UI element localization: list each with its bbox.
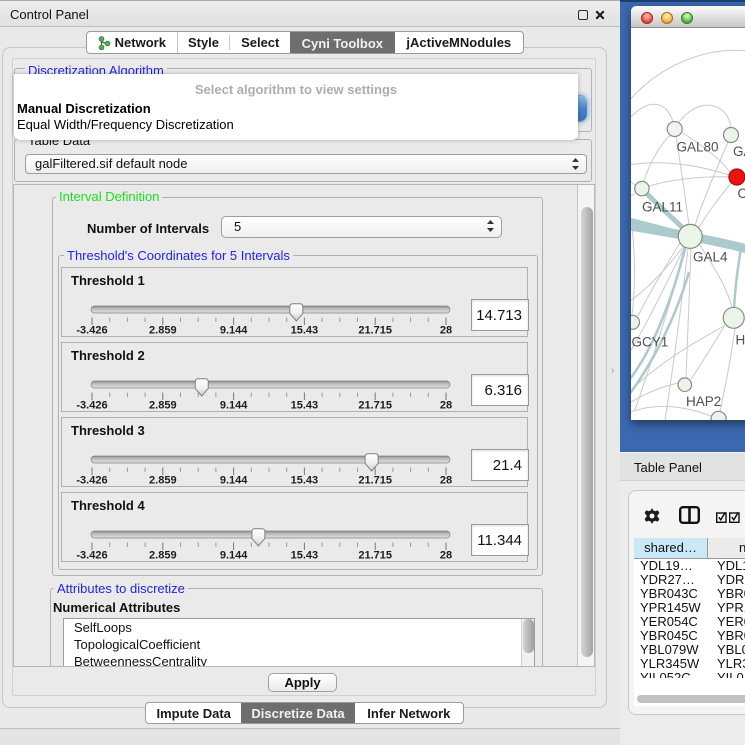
svg-text:9.144: 9.144 (220, 550, 248, 562)
svg-text:2.859: 2.859 (149, 550, 177, 562)
svg-text:GA: GA (733, 144, 745, 159)
svg-text:2.859: 2.859 (149, 400, 177, 412)
svg-text:15.43: 15.43 (291, 400, 319, 412)
svg-text:21.715: 21.715 (358, 325, 392, 337)
svg-text:-3.426: -3.426 (76, 550, 107, 562)
svg-text:GAL80: GAL80 (677, 140, 719, 155)
svg-text:15.43: 15.43 (291, 325, 319, 337)
svg-text:15.43: 15.43 (291, 475, 319, 487)
svg-text:H: H (736, 333, 745, 348)
svg-text:28: 28 (440, 325, 452, 337)
svg-text:GAL11: GAL11 (642, 200, 683, 215)
svg-text:C: C (738, 186, 745, 201)
svg-text:-3.426: -3.426 (76, 400, 107, 412)
svg-text:-3.426: -3.426 (76, 325, 107, 337)
svg-text:28: 28 (440, 475, 452, 487)
svg-text:9.144: 9.144 (220, 400, 248, 412)
svg-text:GCY1: GCY1 (632, 335, 669, 350)
svg-text:21.715: 21.715 (358, 475, 392, 487)
svg-text:GAL4: GAL4 (693, 250, 728, 265)
svg-text:28: 28 (440, 400, 452, 412)
svg-text:9.144: 9.144 (220, 325, 248, 337)
svg-text:2.859: 2.859 (149, 325, 177, 337)
svg-text:-3.426: -3.426 (76, 475, 107, 487)
svg-text:28: 28 (440, 550, 452, 562)
svg-text:9.144: 9.144 (220, 475, 248, 487)
svg-text:2.859: 2.859 (149, 475, 177, 487)
svg-text:15.43: 15.43 (291, 550, 319, 562)
svg-text:HAP2: HAP2 (686, 394, 721, 409)
svg-text:21.715: 21.715 (358, 550, 392, 562)
svg-text:21.715: 21.715 (358, 400, 392, 412)
